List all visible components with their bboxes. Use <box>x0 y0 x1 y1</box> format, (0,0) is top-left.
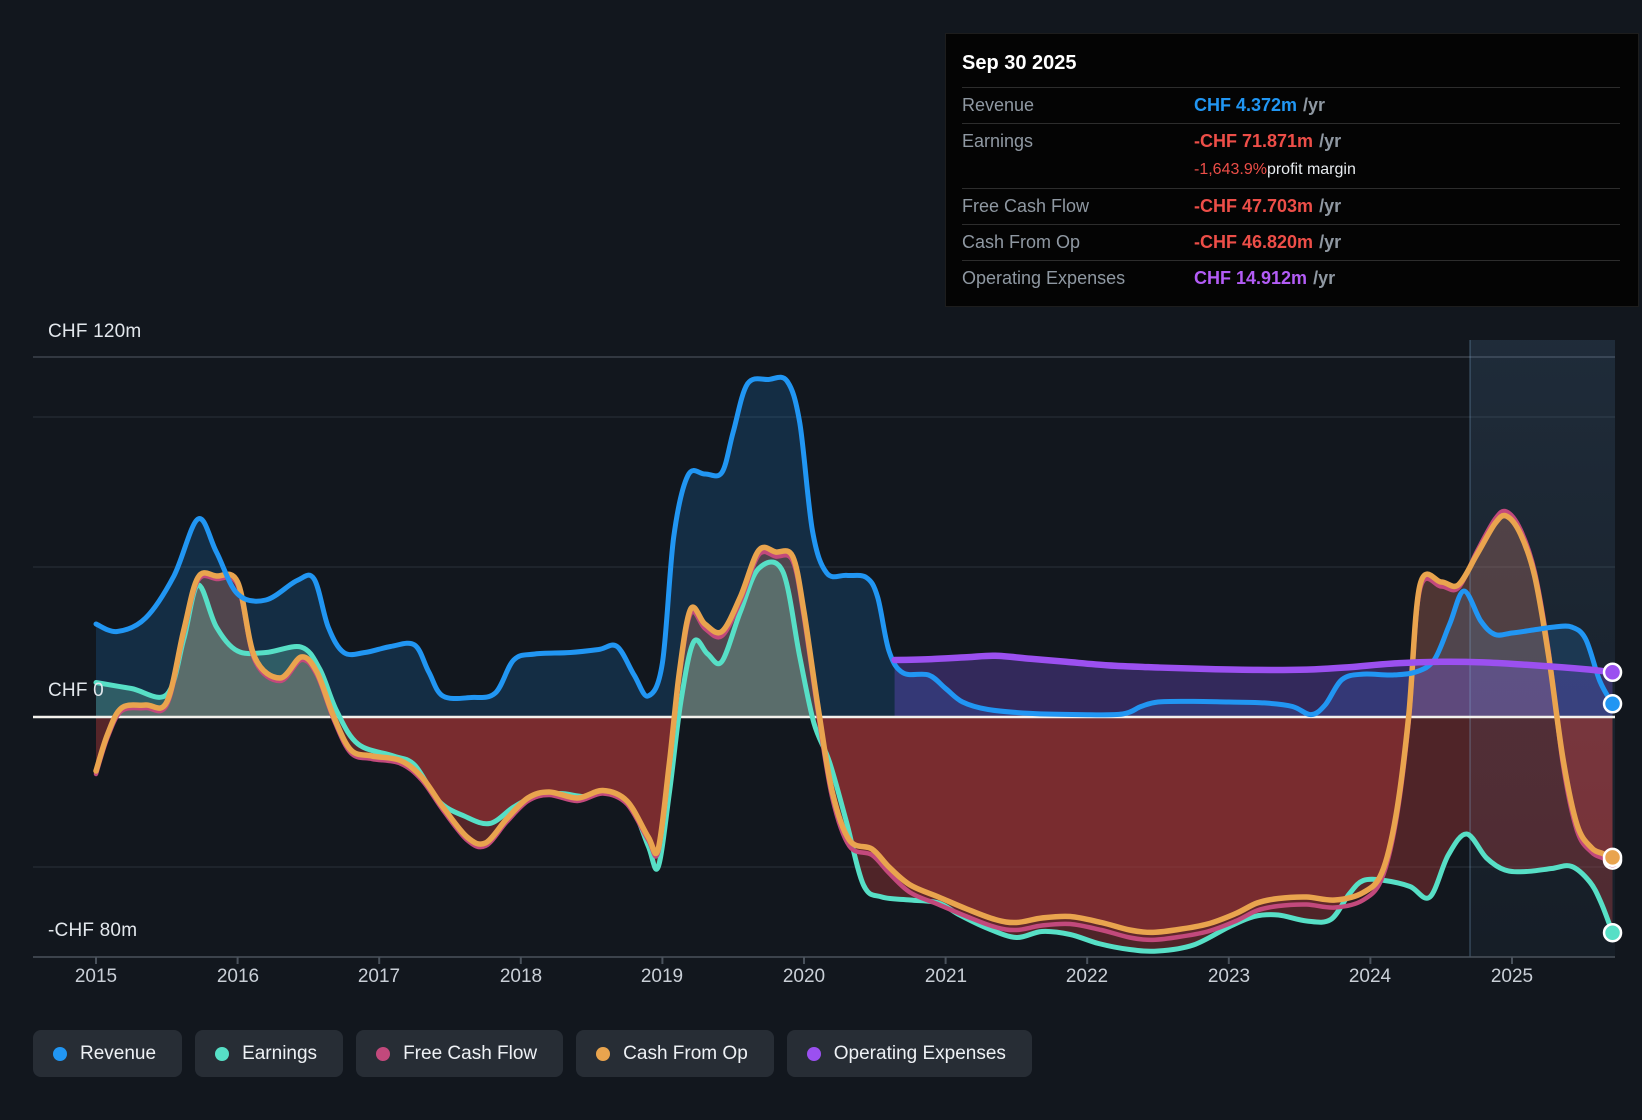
x-tick-2025: 2025 <box>1490 966 1534 987</box>
x-tick-2024: 2024 <box>1348 966 1392 987</box>
tooltip-row-revenue: Revenue CHF 4.372m /yr <box>962 87 1620 123</box>
x-tick-2016: 2016 <box>216 966 260 987</box>
tooltip-row-cashop: Cash From Op -CHF 46.820m /yr <box>962 224 1620 260</box>
earnings-dot-icon <box>215 1046 230 1061</box>
cash-from-op-dot-icon <box>596 1046 611 1061</box>
legend-item-revenue[interactable]: Revenue <box>33 1030 183 1077</box>
tooltip-date: Sep 30 2025 <box>962 52 1077 74</box>
legend-item-operating-expenses[interactable]: Operating Expenses <box>786 1030 1032 1077</box>
hover-tooltip: Sep 30 2025 Revenue CHF 4.372m /yr Earni… <box>945 33 1639 307</box>
legend: Revenue Earnings Free Cash Flow Cash Fro… <box>33 1030 1032 1077</box>
tooltip-row-fcf: Free Cash Flow -CHF 47.703m /yr <box>962 188 1620 224</box>
x-tick-2023: 2023 <box>1207 966 1251 987</box>
tooltip-row-earnings: Earnings -CHF 71.871m /yr -1,643.9% prof… <box>962 123 1620 188</box>
y-axis-label-bottom: -CHF 80m <box>48 920 138 941</box>
x-tick-2015: 2015 <box>74 966 118 987</box>
chart-page: CHF 120m CHF 0 -CHF 80m 2015 2016 2017 2… <box>0 0 1642 1120</box>
x-tick-2018: 2018 <box>499 966 543 987</box>
x-tick-2017: 2017 <box>357 966 401 987</box>
x-tick-2021: 2021 <box>924 966 968 987</box>
revenue-dot-icon <box>53 1046 67 1061</box>
x-tick-2022: 2022 <box>1065 966 1109 987</box>
operating-expenses-dot-icon <box>806 1046 821 1061</box>
tooltip-profit-margin: -1,643.9% profit margin <box>1194 161 1356 178</box>
x-tick-2019: 2019 <box>640 966 684 987</box>
legend-item-cash-from-op[interactable]: Cash From Op <box>576 1030 774 1077</box>
x-tick-2020: 2020 <box>782 966 826 987</box>
legend-item-earnings[interactable]: Earnings <box>195 1030 344 1077</box>
y-axis-label-zero: CHF 0 <box>48 680 104 701</box>
x-axis <box>33 956 1615 964</box>
y-axis-label-top: CHF 120m <box>48 321 142 342</box>
free-cash-flow-dot-icon <box>376 1046 391 1061</box>
legend-item-free-cash-flow[interactable]: Free Cash Flow <box>356 1030 564 1077</box>
tooltip-row-opex: Operating Expenses CHF 14.912m /yr <box>962 260 1620 296</box>
